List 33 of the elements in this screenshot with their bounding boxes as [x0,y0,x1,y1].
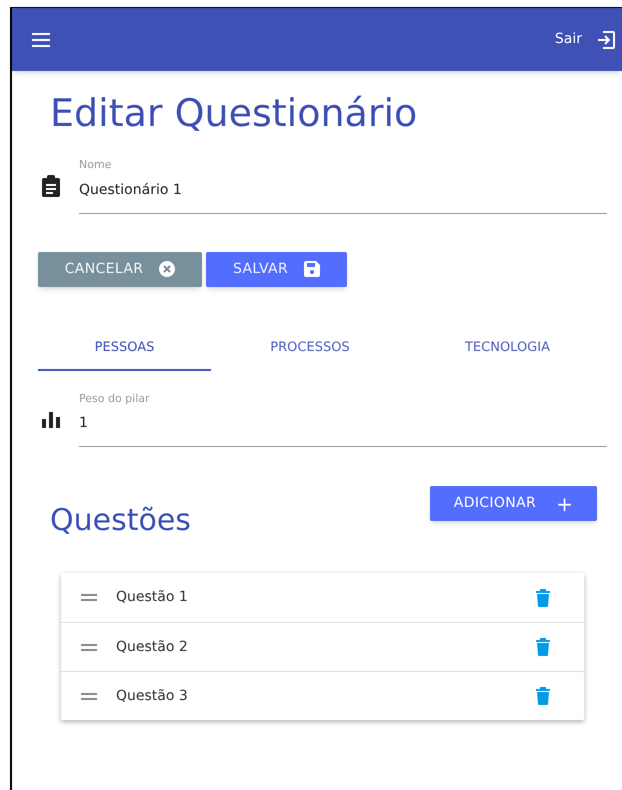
logout-link[interactable]: Sair [554,29,582,50]
name-field[interactable]: Nome Questionário 1 [79,157,607,214]
add-button[interactable]: ADICIONAR + [430,486,597,521]
plus-icon: + [556,494,574,514]
page-title: Editar Questionário [50,90,418,137]
cancel-icon [159,261,176,277]
save-button[interactable]: SALVAR [206,252,347,286]
field-label: Peso do pilar [79,390,151,406]
field-label: Nome [79,157,112,173]
logout-icon[interactable] [596,30,616,50]
drag-handle-icon[interactable] [81,644,97,650]
save-icon [304,261,320,277]
question-label: Questão 2 [116,638,189,656]
section-heading: Questões [50,502,191,540]
tab[interactable]: PESSOAS [38,328,211,370]
tab[interactable]: TECNOLOGIA [409,328,606,370]
weight-field[interactable]: Peso do pilar 1 [79,390,607,447]
trash-icon[interactable] [536,588,550,606]
question-row[interactable]: Questão 2 [61,622,584,671]
question-label: Questão 1 [116,588,189,607]
tab[interactable]: PROCESSOS [211,328,409,370]
question-row[interactable]: Questão 1 [61,573,584,622]
question-label: Questão 3 [116,686,189,706]
bar-chart-icon [42,412,60,428]
trash-icon[interactable] [536,687,550,705]
clipboard-icon [42,174,60,196]
field-value: 1 [79,414,89,433]
field-value: Questionário 1 [79,180,183,200]
trash-icon[interactable] [536,638,550,656]
drag-handle-icon[interactable] [81,594,97,601]
menu-icon[interactable] [32,32,50,46]
drag-handle-icon[interactable] [81,692,97,700]
question-row[interactable]: Questão 3 [61,671,584,720]
